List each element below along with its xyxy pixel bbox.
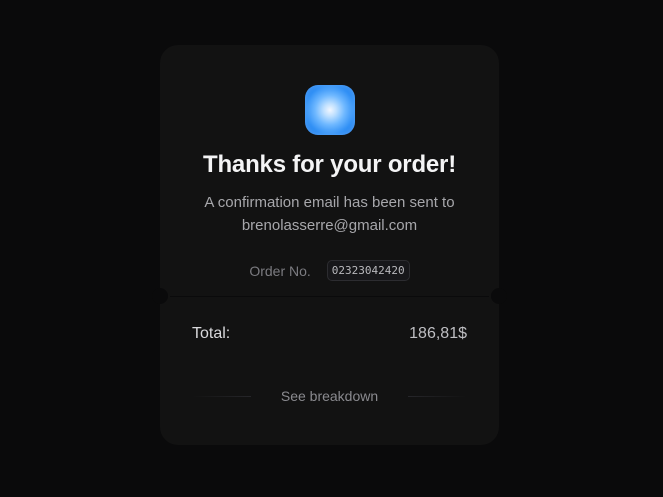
- ticket-notch-right: [491, 288, 507, 304]
- order-confirmation-card: Thanks for your order! A confirmation em…: [152, 45, 507, 445]
- ticket-notch-left: [152, 288, 168, 304]
- divider-right: [408, 395, 468, 397]
- order-number-row: Order No. 02323042420: [160, 260, 499, 281]
- ticket-divider: [170, 296, 489, 297]
- order-number-label: Order No.: [249, 262, 311, 279]
- card-bottom-section: [160, 297, 499, 445]
- see-breakdown-button[interactable]: See breakdown: [251, 388, 408, 404]
- page-title: Thanks for your order!: [203, 151, 456, 178]
- divider-left: [192, 395, 251, 397]
- app-icon: [305, 85, 355, 135]
- total-label: Total:: [192, 325, 231, 342]
- confirmation-email: brenolasserre@gmail.com: [241, 217, 418, 234]
- total-value: 186,81$: [409, 325, 467, 342]
- breakdown-row: See breakdown: [192, 387, 468, 405]
- order-number-badge[interactable]: 02323042420: [326, 260, 410, 281]
- confirmation-message-text: A confirmation email has been sent to: [204, 194, 455, 211]
- confirmation-message: A confirmation email has been sent to br…: [180, 191, 479, 237]
